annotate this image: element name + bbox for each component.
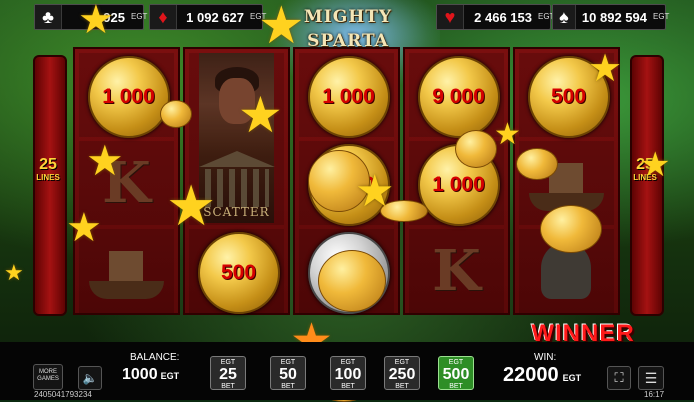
reel-cell: 500 — [189, 229, 284, 314]
fullscreen-icon[interactable]: ⛶ — [607, 366, 631, 390]
clock: 16:17 — [644, 390, 665, 399]
bet-button-100[interactable]: EGT 100 BET — [330, 356, 366, 390]
bet-value: 250 — [388, 366, 416, 383]
coin-amount: 500 — [550, 85, 587, 108]
bet-button-250[interactable]: EGT 250 BET — [384, 356, 420, 390]
bet-button-50[interactable]: EGT 50 BET — [270, 356, 306, 390]
lines-indicator-left: 25 LINES — [29, 156, 67, 183]
jackpot-diamonds: ♦ 1 092 627 EGT — [149, 4, 266, 30]
jackpot-hearts-value: 2 466 153 — [474, 9, 532, 25]
flying-coin — [516, 148, 558, 180]
lines-label-left: LINES — [36, 173, 60, 182]
star-icon: ★ — [588, 48, 623, 90]
star-icon: ★ — [4, 260, 24, 285]
win-display: 22000 EGT — [503, 364, 581, 387]
flying-coin — [455, 130, 497, 168]
bet-label: BET — [449, 383, 463, 390]
bet-label: BET — [395, 383, 409, 390]
coin-amount: 500 — [220, 261, 257, 284]
reel-cell: 9 000 — [409, 53, 504, 138]
flying-coin — [160, 100, 192, 128]
bet-button-25[interactable]: EGT 25 BET — [210, 356, 246, 390]
gold-coin-symbol: 1 000 — [307, 56, 390, 138]
balance-currency: EGT — [160, 371, 180, 381]
coin-amount: 9 000 — [432, 85, 485, 108]
reel-cell: 1 000 — [79, 53, 174, 138]
star-icon: ★ — [494, 118, 521, 151]
coin-amount: 1 000 — [322, 85, 375, 108]
jackpot-spades: ♠ 10 892 594 EGT — [552, 4, 670, 30]
win-currency: EGT — [562, 373, 582, 383]
hearts-icon: ♥ — [437, 5, 464, 29]
clubs-icon: ♣ — [35, 5, 62, 29]
lines-pillar-left — [33, 55, 67, 316]
jackpot-spades-provider: EGT — [653, 12, 670, 21]
reel-cell: 1 000 — [299, 53, 394, 138]
flying-coin — [540, 205, 602, 253]
menu-icon[interactable]: ☰ — [638, 366, 664, 390]
balance-value: 1000 — [122, 366, 158, 383]
jackpot-hearts-provider: EGT — [538, 12, 555, 21]
speaker-icon[interactable]: 🔈 — [78, 366, 102, 390]
bet-button-500[interactable]: EGT 500 BET — [438, 356, 474, 390]
bet-value: 500 — [442, 366, 470, 383]
bet-value: 50 — [279, 366, 297, 383]
diamonds-icon: ♦ — [150, 5, 177, 29]
win-label: WIN: — [534, 352, 557, 363]
more-games-button[interactable]: MORE GAMES — [33, 364, 63, 390]
star-icon: ★ — [238, 87, 283, 143]
king-symbol: K — [432, 238, 481, 304]
gold-coin-symbol: 500 — [197, 232, 280, 314]
bet-value: 25 — [219, 366, 237, 383]
balance-display: 1000 EGT — [122, 366, 179, 384]
jackpot-spades-value: 10 892 594 — [581, 9, 647, 25]
star-icon: ★ — [78, 0, 114, 42]
reel-4: 9 000 1 000 K — [403, 47, 510, 315]
coin-amount: 1 000 — [102, 85, 155, 108]
jackpot-diamonds-value: 1 092 627 — [186, 9, 244, 25]
star-icon: ★ — [258, 0, 305, 55]
reel-cell: K — [409, 229, 504, 313]
star-icon: ★ — [66, 206, 102, 250]
gold-coin-symbol: 1 000 — [87, 56, 170, 138]
jackpot-clubs-provider: EGT — [131, 12, 148, 21]
star-icon: ★ — [166, 174, 217, 237]
win-value: 22000 — [503, 364, 559, 386]
gold-coin-symbol: 9 000 — [417, 56, 500, 138]
lines-pillar-right — [630, 55, 664, 316]
session-id: 2405041793234 — [34, 390, 92, 399]
spades-icon: ♠ — [553, 5, 576, 29]
lines-count-left: 25 — [39, 156, 57, 173]
coin-amount: 1 000 — [432, 173, 485, 196]
flying-coin — [318, 250, 386, 312]
ship-symbol — [89, 249, 164, 299]
bet-label: BET — [341, 383, 355, 390]
star-icon: ★ — [640, 146, 671, 184]
bet-label: BET — [281, 383, 295, 390]
star-icon: ★ — [86, 137, 124, 184]
bet-value: 100 — [334, 366, 362, 383]
jackpot-hearts: ♥ 2 466 153 EGT — [436, 4, 555, 30]
bet-label: BET — [221, 383, 235, 390]
star-icon: ★ — [355, 167, 395, 216]
balance-label: BALANCE: — [130, 352, 180, 363]
